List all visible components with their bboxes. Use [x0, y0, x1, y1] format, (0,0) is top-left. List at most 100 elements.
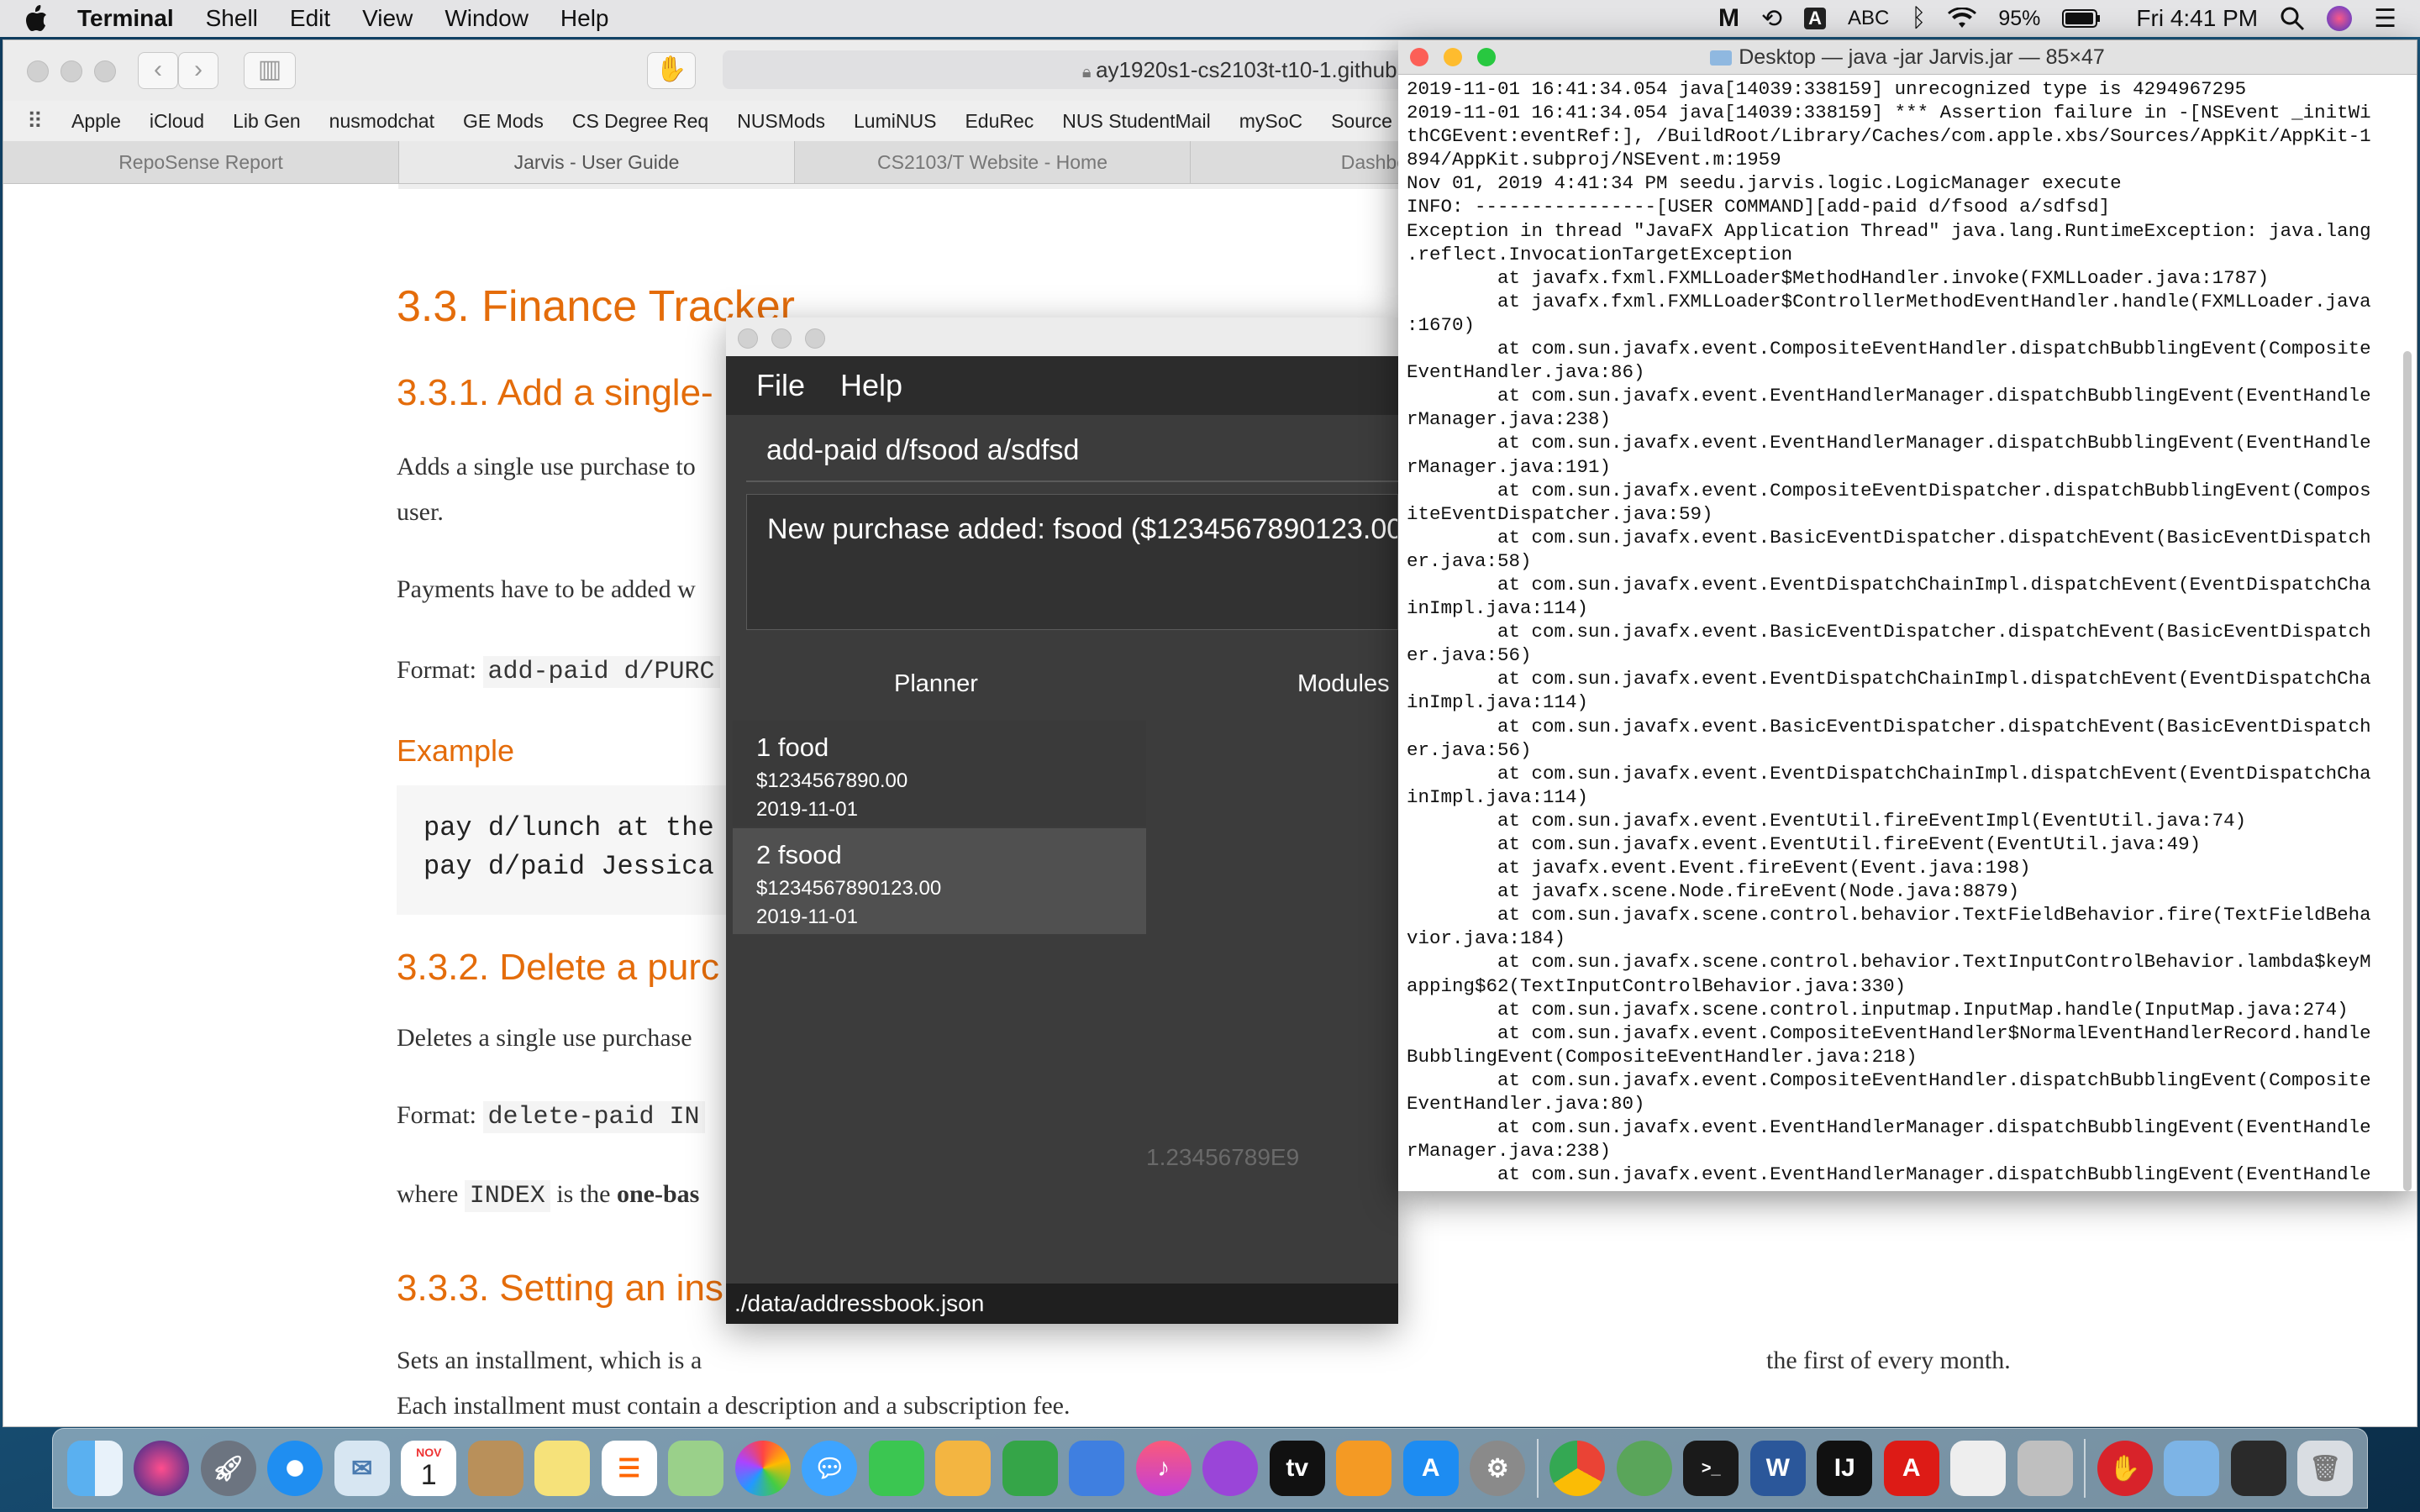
reminders-icon[interactable]: ☰: [601, 1441, 657, 1496]
menu-help[interactable]: Help: [560, 5, 609, 32]
app-store-icon[interactable]: A: [1402, 1441, 1459, 1496]
books-icon[interactable]: [1336, 1441, 1392, 1496]
jarvis-menu-file[interactable]: File: [756, 368, 805, 403]
bookmark-lib-gen[interactable]: Lib Gen: [233, 110, 301, 133]
adblock-icon[interactable]: ✋: [2096, 1441, 2153, 1496]
mail-icon[interactable]: ✉: [334, 1441, 390, 1496]
safari-close-button[interactable]: [27, 60, 49, 82]
downloads-folder-icon[interactable]: [2164, 1441, 2220, 1496]
menu-view[interactable]: View: [362, 5, 413, 32]
intellij-icon[interactable]: IJ: [1817, 1441, 1873, 1496]
music-icon[interactable]: ♪: [1135, 1441, 1192, 1496]
terminal-line: er.java:56): [1407, 644, 1532, 667]
terminal-line: at javafx.fxml.FXMLLoader$MethodHandler.…: [1407, 266, 2270, 289]
numbers-icon[interactable]: [1002, 1441, 1058, 1496]
time-machine-icon[interactable]: ⟲: [1761, 4, 1782, 34]
malwarebytes-icon[interactable]: M: [1718, 4, 1739, 33]
apple-icon[interactable]: [24, 4, 49, 33]
system-preferences-icon[interactable]: ⚙: [1470, 1441, 1526, 1496]
menu-window[interactable]: Window: [445, 5, 529, 32]
menu-app-name[interactable]: Terminal: [77, 5, 174, 32]
terminal-line: rManager.java:238): [1407, 408, 1612, 431]
textedit-icon[interactable]: [1950, 1441, 2007, 1496]
angular-icon[interactable]: A: [1883, 1441, 1939, 1496]
trash-icon[interactable]: 🗑︎: [2297, 1441, 2354, 1496]
terminal-icon[interactable]: >_: [1683, 1441, 1739, 1496]
menu-edit[interactable]: Edit: [290, 5, 330, 32]
terminal-close-button[interactable]: [1410, 48, 1428, 66]
bookmark-nusmods[interactable]: NUSMods: [737, 110, 825, 133]
format-delete-code: delete-paid IN: [482, 1101, 705, 1133]
maps-icon[interactable]: [668, 1441, 724, 1496]
bookmark-edurec[interactable]: EduRec: [965, 110, 1034, 133]
word-icon[interactable]: W: [1749, 1441, 1806, 1496]
apps-grid-icon[interactable]: ⠿: [27, 108, 43, 134]
desktop-stack-icon[interactable]: [2230, 1441, 2286, 1496]
bookmark-ge-mods[interactable]: GE Mods: [463, 110, 544, 133]
safari-zoom-button[interactable]: [94, 60, 116, 82]
input-source-label[interactable]: ABC: [1848, 7, 1889, 30]
safari-minimize-button[interactable]: [60, 60, 82, 82]
safari-icon[interactable]: [267, 1441, 324, 1496]
notes-icon[interactable]: [534, 1441, 591, 1496]
messages-icon[interactable]: 💬︎: [802, 1441, 858, 1496]
bookmark-nusmodchat[interactable]: nusmodchat: [329, 110, 434, 133]
atom-icon[interactable]: [1616, 1441, 1672, 1496]
terminal-line: BubblingEvent(CompositeEventHandler.java…: [1407, 1045, 1918, 1068]
index-code: INDEX: [464, 1180, 550, 1212]
pages-icon[interactable]: [935, 1441, 992, 1496]
podcasts-icon[interactable]: [1202, 1441, 1259, 1496]
bookmark-apple[interactable]: Apple: [71, 110, 121, 133]
forward-button[interactable]: ›: [178, 52, 218, 89]
tab-jarvis-user-guide[interactable]: Jarvis - User Guide: [399, 141, 795, 183]
privacy-button[interactable]: ✋: [647, 52, 696, 89]
terminal-scrollbar[interactable]: [2403, 351, 2412, 1191]
preview-icon[interactable]: [2017, 1441, 2073, 1496]
jarvis-close-button[interactable]: [738, 328, 758, 349]
facetime-icon[interactable]: [868, 1441, 924, 1496]
tab-planner[interactable]: Planner: [894, 670, 978, 698]
wifi-icon[interactable]: [1948, 8, 1977, 29]
sidebar-toggle-button[interactable]: ▥: [244, 52, 296, 89]
spotlight-search-icon[interactable]: [2280, 6, 2305, 31]
apple-tv-icon[interactable]: tv: [1269, 1441, 1325, 1496]
jarvis-title-bar[interactable]: [726, 318, 1398, 357]
siri-dock-icon[interactable]: [134, 1441, 190, 1496]
bookmark-luminus[interactable]: LumiNUS: [854, 110, 936, 133]
calendar-icon[interactable]: NOV 1: [401, 1441, 457, 1496]
terminal-line: 2019-11-01 16:41:34.054 java[14039:33815…: [1407, 78, 2247, 100]
bookmark-icloud[interactable]: iCloud: [150, 110, 204, 133]
terminal-zoom-button[interactable]: [1477, 48, 1496, 66]
keynote-icon[interactable]: [1069, 1441, 1125, 1496]
launchpad-icon[interactable]: 🚀︎: [200, 1441, 256, 1496]
contacts-icon[interactable]: [467, 1441, 523, 1496]
tab-cs2103-website-home[interactable]: CS2103/T Website - Home: [795, 141, 1191, 183]
jarvis-menu-help[interactable]: Help: [840, 368, 902, 403]
bookmark-mysoc[interactable]: mySoC: [1239, 110, 1302, 133]
format-label: Format:: [397, 1101, 476, 1129]
purchase-card[interactable]: 1 food $1234567890.00 2019-11-01: [733, 721, 1146, 827]
bookmark-cs-degree-req[interactable]: CS Degree Req: [572, 110, 708, 133]
command-box[interactable]: add-paid d/fsood a/sdfsd: [746, 418, 1398, 482]
battery-percent[interactable]: 95%: [1998, 7, 2040, 31]
siri-icon[interactable]: [2327, 6, 2353, 31]
menu-shell[interactable]: Shell: [206, 5, 258, 32]
jarvis-minimize-button[interactable]: [771, 328, 792, 349]
finder-icon[interactable]: [66, 1441, 123, 1496]
terminal-title-bar[interactable]: Desktop — java -jar Jarvis.jar — 85×47: [1398, 40, 2417, 75]
clock[interactable]: Fri 4:41 PM: [2136, 5, 2258, 32]
purchase-card-selected[interactable]: 2 fsood $1234567890123.00 2019-11-01: [733, 828, 1146, 934]
tab-modules[interactable]: Modules: [1297, 670, 1390, 698]
back-button[interactable]: ‹: [138, 52, 178, 89]
photos-icon[interactable]: [734, 1441, 791, 1496]
terminal-output[interactable]: 2019-11-01 16:41:34.054 java[14039:33815…: [1407, 77, 2408, 1186]
bookmark-nus-studentmail[interactable]: NUS StudentMail: [1062, 110, 1210, 133]
bluetooth-icon[interactable]: ᛒ: [1911, 4, 1926, 33]
tab-reposense-report[interactable]: RepoSense Report: [3, 141, 399, 183]
notification-center-icon[interactable]: ☰: [2374, 4, 2396, 34]
chrome-icon[interactable]: [1549, 1441, 1606, 1496]
terminal-minimize-button[interactable]: [1444, 48, 1462, 66]
battery-icon[interactable]: [2062, 9, 2101, 28]
jarvis-zoom-button[interactable]: [805, 328, 825, 349]
input-source-icon[interactable]: A: [1804, 8, 1826, 29]
